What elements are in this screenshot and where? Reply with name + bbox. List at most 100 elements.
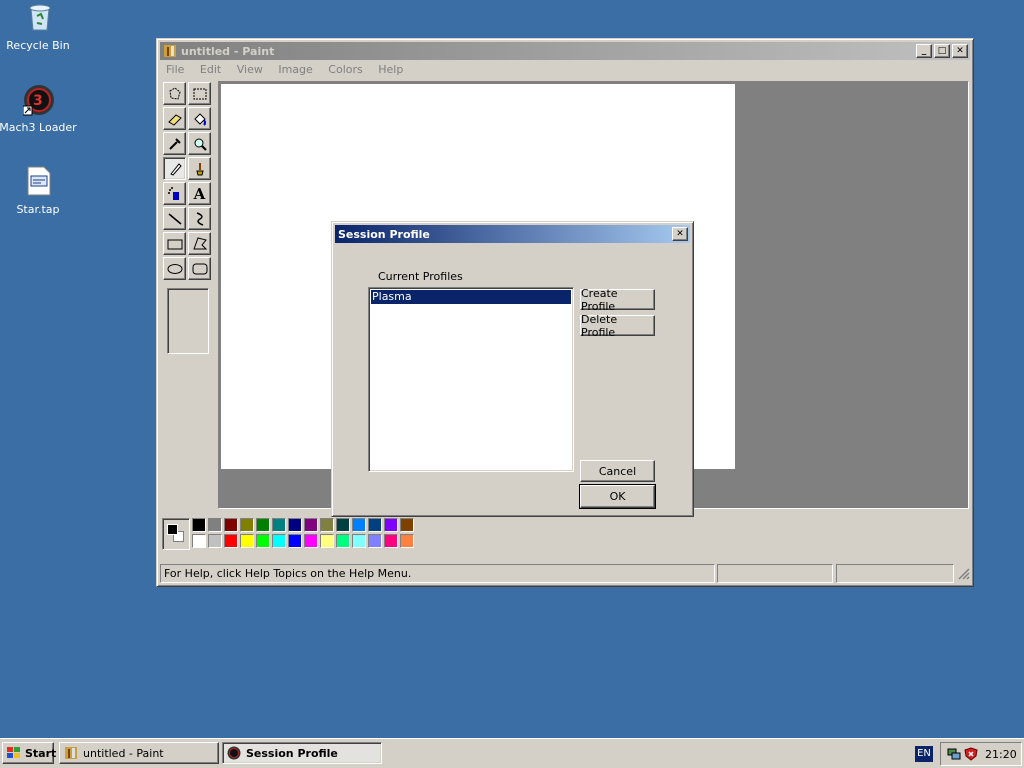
palette-swatch[interactable]: [224, 518, 238, 532]
clock: 21:20: [985, 748, 1017, 761]
system-tray: 21:20: [940, 742, 1022, 766]
desktop-icon-recycle-bin[interactable]: Recycle Bin: [0, 2, 83, 72]
desktop-icon-label: Mach3 Loader: [0, 121, 77, 134]
dialog-titlebar[interactable]: Session Profile ✕: [335, 225, 690, 243]
paint-titlebar[interactable]: untitled - Paint _ □ ✕: [160, 42, 970, 60]
menu-file[interactable]: File: [166, 63, 184, 76]
palette-swatch[interactable]: [304, 518, 318, 532]
palette-swatch[interactable]: [288, 518, 302, 532]
paint-app-icon: [163, 44, 177, 58]
palette-top-row: [192, 518, 422, 534]
status-coords: [717, 564, 833, 583]
task-label: Session Profile: [246, 746, 338, 760]
rectangle-icon[interactable]: [163, 232, 186, 255]
palette-swatch[interactable]: [352, 518, 366, 532]
palette-swatch[interactable]: [384, 534, 398, 548]
delete-profile-button[interactable]: Delete Profile: [580, 313, 655, 339]
palette-swatch[interactable]: [320, 534, 334, 548]
pencil-icon[interactable]: [163, 157, 186, 180]
profiles-listbox[interactable]: Plasma: [368, 287, 574, 472]
palette-swatch[interactable]: [384, 518, 398, 532]
desktop-icon-mach3[interactable]: 3 Mach3 Loader: [0, 84, 83, 154]
palette-swatch[interactable]: [336, 518, 350, 532]
start-button[interactable]: Start: [2, 742, 56, 764]
svg-text:3: 3: [33, 93, 43, 109]
language-indicator[interactable]: EN: [915, 746, 933, 762]
palette-swatch[interactable]: [352, 534, 366, 548]
brush-icon[interactable]: [188, 157, 211, 180]
network-icon[interactable]: [947, 747, 961, 761]
task-label: untitled - Paint: [83, 746, 164, 760]
close-button[interactable]: ✕: [952, 44, 968, 58]
create-profile-button[interactable]: Create Profile: [580, 287, 655, 313]
free-select-icon[interactable]: [163, 82, 186, 105]
palette-swatch[interactable]: [208, 518, 222, 532]
palette-swatch[interactable]: [224, 534, 238, 548]
fill-bucket-icon[interactable]: [188, 107, 211, 130]
color-picker-icon[interactable]: [163, 132, 186, 155]
profile-item-plasma[interactable]: Plasma: [371, 290, 571, 304]
taskbar: Start untitled - Paint Session Profile E…: [0, 738, 1024, 768]
line-icon[interactable]: [163, 207, 186, 230]
menu-help[interactable]: Help: [378, 63, 403, 76]
status-text: For Help, click Help Topics on the Help …: [160, 564, 715, 583]
text-icon[interactable]: A: [188, 182, 211, 205]
palette-swatch[interactable]: [256, 518, 270, 532]
palette-swatch[interactable]: [192, 518, 206, 532]
resize-grip-icon[interactable]: [957, 567, 970, 580]
palette-swatch[interactable]: [336, 534, 350, 548]
tool-options-box[interactable]: [167, 288, 209, 354]
palette-swatch[interactable]: [256, 534, 270, 548]
file-icon: [26, 166, 52, 196]
desktop-icon-label: Recycle Bin: [6, 39, 70, 52]
palette-bottom-row: [192, 534, 422, 550]
menu-colors[interactable]: Colors: [328, 63, 362, 76]
palette-swatch[interactable]: [368, 518, 382, 532]
mach3-icon: [227, 746, 241, 760]
rounded-rect-icon[interactable]: [188, 257, 211, 280]
airbrush-icon[interactable]: [163, 182, 186, 205]
palette-swatch[interactable]: [272, 534, 286, 548]
status-size: [836, 564, 954, 583]
foreground-color-swatch: [167, 524, 178, 535]
palette-swatch[interactable]: [400, 518, 414, 532]
palette-swatch[interactable]: [368, 534, 382, 548]
eraser-icon[interactable]: [163, 107, 186, 130]
cancel-button[interactable]: Cancel: [580, 460, 655, 482]
task-session-profile[interactable]: Session Profile: [222, 742, 382, 764]
palette-swatch[interactable]: [192, 534, 206, 548]
polygon-icon[interactable]: [188, 232, 211, 255]
dialog-close-button[interactable]: ✕: [672, 227, 688, 241]
maximize-button[interactable]: □: [934, 44, 950, 58]
palette-swatch[interactable]: [208, 534, 222, 548]
task-paint[interactable]: untitled - Paint: [59, 742, 219, 764]
palette-swatch[interactable]: [320, 518, 334, 532]
palette-swatch[interactable]: [240, 534, 254, 548]
palette-swatch[interactable]: [304, 534, 318, 548]
menu-image[interactable]: Image: [278, 63, 312, 76]
minimize-button[interactable]: _: [916, 44, 932, 58]
status-bar: For Help, click Help Topics on the Help …: [160, 563, 970, 583]
dialog-title: Session Profile: [338, 227, 430, 241]
ok-button[interactable]: OK: [579, 484, 656, 509]
curve-icon[interactable]: [188, 207, 211, 230]
toolbox: A: [162, 82, 217, 512]
ellipse-icon[interactable]: [163, 257, 186, 280]
menu-edit[interactable]: Edit: [200, 63, 221, 76]
rect-select-icon[interactable]: [188, 82, 211, 105]
windows-logo-icon: [7, 747, 21, 759]
paint-menubar: File Edit View Image Colors Help: [166, 63, 415, 79]
desktop-icon-star-tap[interactable]: Star.tap: [0, 166, 83, 236]
desktop-icon-label: Star.tap: [16, 203, 60, 216]
palette-swatch[interactable]: [272, 518, 286, 532]
current-colors[interactable]: [162, 518, 190, 550]
palette-swatch[interactable]: [400, 534, 414, 548]
recycle-bin-icon: [26, 2, 54, 32]
palette-swatch[interactable]: [240, 518, 254, 532]
session-profile-dialog: Session Profile ✕ Current Profiles Plasm…: [331, 221, 694, 517]
palette-swatch[interactable]: [288, 534, 302, 548]
menu-view[interactable]: View: [237, 63, 263, 76]
security-shield-icon[interactable]: [964, 747, 978, 761]
magnifier-icon[interactable]: [188, 132, 211, 155]
paint-app-icon: [64, 746, 78, 760]
